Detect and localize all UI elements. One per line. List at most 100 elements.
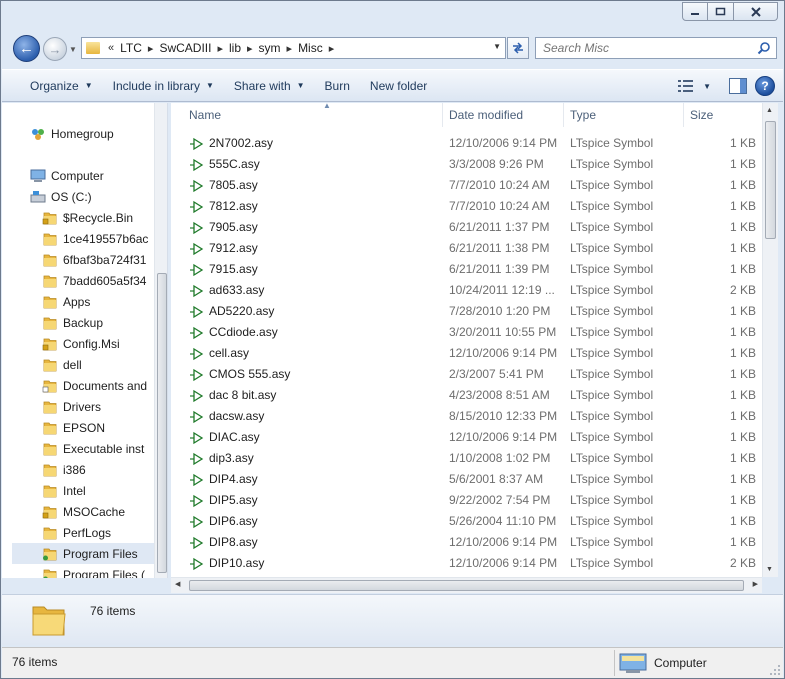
back-button[interactable]: ←	[13, 35, 40, 62]
file-row[interactable]: DIP6.asy 5/26/2004 11:10 PM LTspice Symbol…	[171, 511, 762, 532]
scroll-left-arrow-icon[interactable]: ◀	[175, 580, 180, 588]
file-row[interactable]: 2N7002.asy 12/10/2006 9:14 PM LTspice Symb…	[171, 133, 762, 154]
new-folder-button[interactable]: New folder	[360, 74, 437, 98]
close-button[interactable]	[734, 2, 778, 21]
nav-item[interactable]: OS (C:)	[2, 186, 154, 207]
nav-item[interactable]: Homegroup	[2, 123, 154, 144]
nav-item[interactable]: Backup	[2, 312, 154, 333]
file-row[interactable]: dip3.asy 1/10/2008 1:02 PM LTspice Symbol 1…	[171, 448, 762, 469]
chevron-right-icon[interactable]: ▸	[217, 42, 223, 55]
nav-item[interactable]: Executable inst	[2, 438, 154, 459]
search-icon[interactable]	[757, 41, 771, 55]
chevron-right-icon[interactable]: ▸	[329, 42, 335, 55]
file-size: 2 KB	[729, 556, 756, 570]
preview-pane-button[interactable]	[729, 78, 747, 94]
file-row[interactable]: DIP10.asy 12/10/2006 9:14 PM LTspice Symbo…	[171, 553, 762, 574]
breadcrumb-misc[interactable]: Misc	[298, 41, 323, 55]
nav-item[interactable]: i386	[2, 459, 154, 480]
file-row[interactable]: DIP8.asy 12/10/2006 9:14 PM LTspice Symbol…	[171, 532, 762, 553]
ltspice-symbol-icon	[190, 494, 204, 508]
chevron-right-icon[interactable]: ▸	[148, 42, 154, 55]
file-row[interactable]: DIAC.asy 12/10/2006 9:14 PM LTspice Symbol…	[171, 427, 762, 448]
file-row[interactable]: 7905.asy 6/21/2011 1:37 PM LTspice Symbol 1…	[171, 217, 762, 238]
breadcrumb-overflow[interactable]: «	[108, 42, 114, 54]
share-with-menu[interactable]: Share with ▼	[224, 74, 315, 98]
nav-item[interactable]: Drivers	[2, 396, 154, 417]
column-header-date[interactable]: Date modified	[443, 103, 564, 127]
ltspice-symbol-icon	[190, 557, 204, 571]
column-type-label: Type	[570, 108, 597, 122]
nav-item[interactable]: 7badd605a5f34	[2, 270, 154, 291]
scroll-down-arrow-icon[interactable]: ▼	[766, 566, 773, 573]
file-row[interactable]: cell.asy 12/10/2006 9:14 PM LTspice Symbol…	[171, 343, 762, 364]
file-row[interactable]: CMOS 555.asy 2/3/2007 5:41 PM LTspice Symb…	[171, 364, 762, 385]
status-location-label: Computer	[654, 656, 707, 670]
nav-item[interactable]: dell	[2, 354, 154, 375]
change-view-button[interactable]	[677, 78, 695, 94]
column-header-name[interactable]: Name ▲	[183, 103, 443, 127]
nav-item[interactable]: $Recycle.Bin	[2, 207, 154, 228]
scroll-right-arrow-icon[interactable]: ▶	[753, 580, 758, 588]
nav-item-label: $Recycle.Bin	[63, 210, 134, 225]
breadcrumb-swcadiii[interactable]: SwCADIII	[159, 41, 211, 55]
burn-button[interactable]: Burn	[315, 74, 360, 98]
include-in-library-menu[interactable]: Include in library ▼	[103, 74, 224, 98]
scroll-up-arrow-icon[interactable]: ▲	[766, 107, 773, 114]
file-row[interactable]: dacsw.asy 8/15/2010 12:33 PM LTspice Symbo…	[171, 406, 762, 427]
minimize-button[interactable]	[682, 2, 708, 21]
nav-item[interactable]: Computer	[2, 165, 154, 186]
column-header-size[interactable]: Size	[684, 103, 762, 127]
address-bar[interactable]: « LTC ▸ SwCADIII ▸ lib ▸ sym ▸ Misc ▸ ▼	[81, 37, 506, 59]
refresh-button[interactable]	[507, 37, 529, 59]
breadcrumb-lib[interactable]: lib	[229, 41, 241, 55]
nav-item[interactable]: EPSON	[2, 417, 154, 438]
nav-item-label: Config.Msi	[63, 336, 120, 351]
column-header-type[interactable]: Type	[564, 103, 684, 127]
breadcrumb-ltc[interactable]: LTC	[120, 41, 142, 55]
folder-icon	[86, 42, 100, 54]
nav-item[interactable]: Program Files	[12, 543, 154, 564]
nav-item[interactable]: PerfLogs	[2, 522, 154, 543]
search-input[interactable]	[543, 41, 743, 55]
nav-scroll-thumb[interactable]	[157, 273, 167, 573]
nav-item[interactable]: Config.Msi	[2, 333, 154, 354]
recent-pages-dropdown[interactable]: ▼	[69, 45, 77, 54]
horizontal-scroll-thumb[interactable]	[189, 580, 744, 591]
nav-item[interactable]: Program Files (	[2, 564, 154, 578]
file-row[interactable]: 7805.asy 7/7/2010 10:24 AM LTspice Symbol 1…	[171, 175, 762, 196]
file-row[interactable]: 7912.asy 6/21/2011 1:38 PM LTspice Symbol 1…	[171, 238, 762, 259]
chevron-down-icon[interactable]: ▼	[493, 42, 501, 51]
maximize-button[interactable]	[708, 2, 734, 21]
folder-icon	[42, 358, 58, 372]
chevron-right-icon[interactable]: ▸	[287, 42, 293, 55]
file-row[interactable]: 7812.asy 7/7/2010 10:24 AM LTspice Symbol 1…	[171, 196, 762, 217]
chevron-down-icon[interactable]: ▼	[703, 82, 711, 91]
file-list-scroll-thumb[interactable]	[765, 121, 776, 239]
nav-item[interactable]: 6fbaf3ba724f31	[2, 249, 154, 270]
file-row[interactable]: DIP5.asy 9/22/2002 7:54 PM LTspice Symbol 1…	[171, 490, 762, 511]
resize-grip-icon[interactable]	[769, 664, 781, 676]
file-row[interactable]: AD5220.asy 7/28/2010 1:20 PM LTspice Symbo…	[171, 301, 762, 322]
nav-scrollbar[interactable]	[154, 103, 167, 578]
file-list-scrollbar[interactable]: ▲ ▼	[762, 103, 778, 577]
nav-item-label: Program Files	[63, 546, 138, 561]
file-row[interactable]: CCdiode.asy 3/20/2011 10:55 PM LTspice Sym…	[171, 322, 762, 343]
horizontal-scrollbar[interactable]: ◀ ▶	[171, 577, 762, 593]
nav-item[interactable]: 1ce419557b6ac	[2, 228, 154, 249]
file-row[interactable]: DIP4.asy 5/6/2001 8:37 AM LTspice Symbol 1 …	[171, 469, 762, 490]
forward-button[interactable]: →	[43, 37, 67, 61]
file-row[interactable]: 7915.asy 6/21/2011 1:39 PM LTspice Symbol 1…	[171, 259, 762, 280]
file-row[interactable]: dac 8 bit.asy 4/23/2008 8:51 AM LTspice Sy…	[171, 385, 762, 406]
nav-item[interactable]: Documents and	[2, 375, 154, 396]
nav-item[interactable]: Apps	[2, 291, 154, 312]
nav-item[interactable]: Intel	[2, 480, 154, 501]
breadcrumb-sym[interactable]: sym	[259, 41, 281, 55]
organize-menu[interactable]: Organize ▼	[20, 74, 103, 98]
help-button[interactable]: ?	[755, 76, 775, 96]
file-size: 1 KB	[729, 199, 756, 213]
file-row[interactable]: 555C.asy 3/3/2008 9:26 PM LTspice Symbol 1 …	[171, 154, 762, 175]
chevron-right-icon[interactable]: ▸	[247, 42, 253, 55]
search-box[interactable]	[535, 37, 777, 59]
nav-item[interactable]: MSOCache	[2, 501, 154, 522]
file-row[interactable]: ad633.asy 10/24/2011 12:19 ... LTspice Sym…	[171, 280, 762, 301]
